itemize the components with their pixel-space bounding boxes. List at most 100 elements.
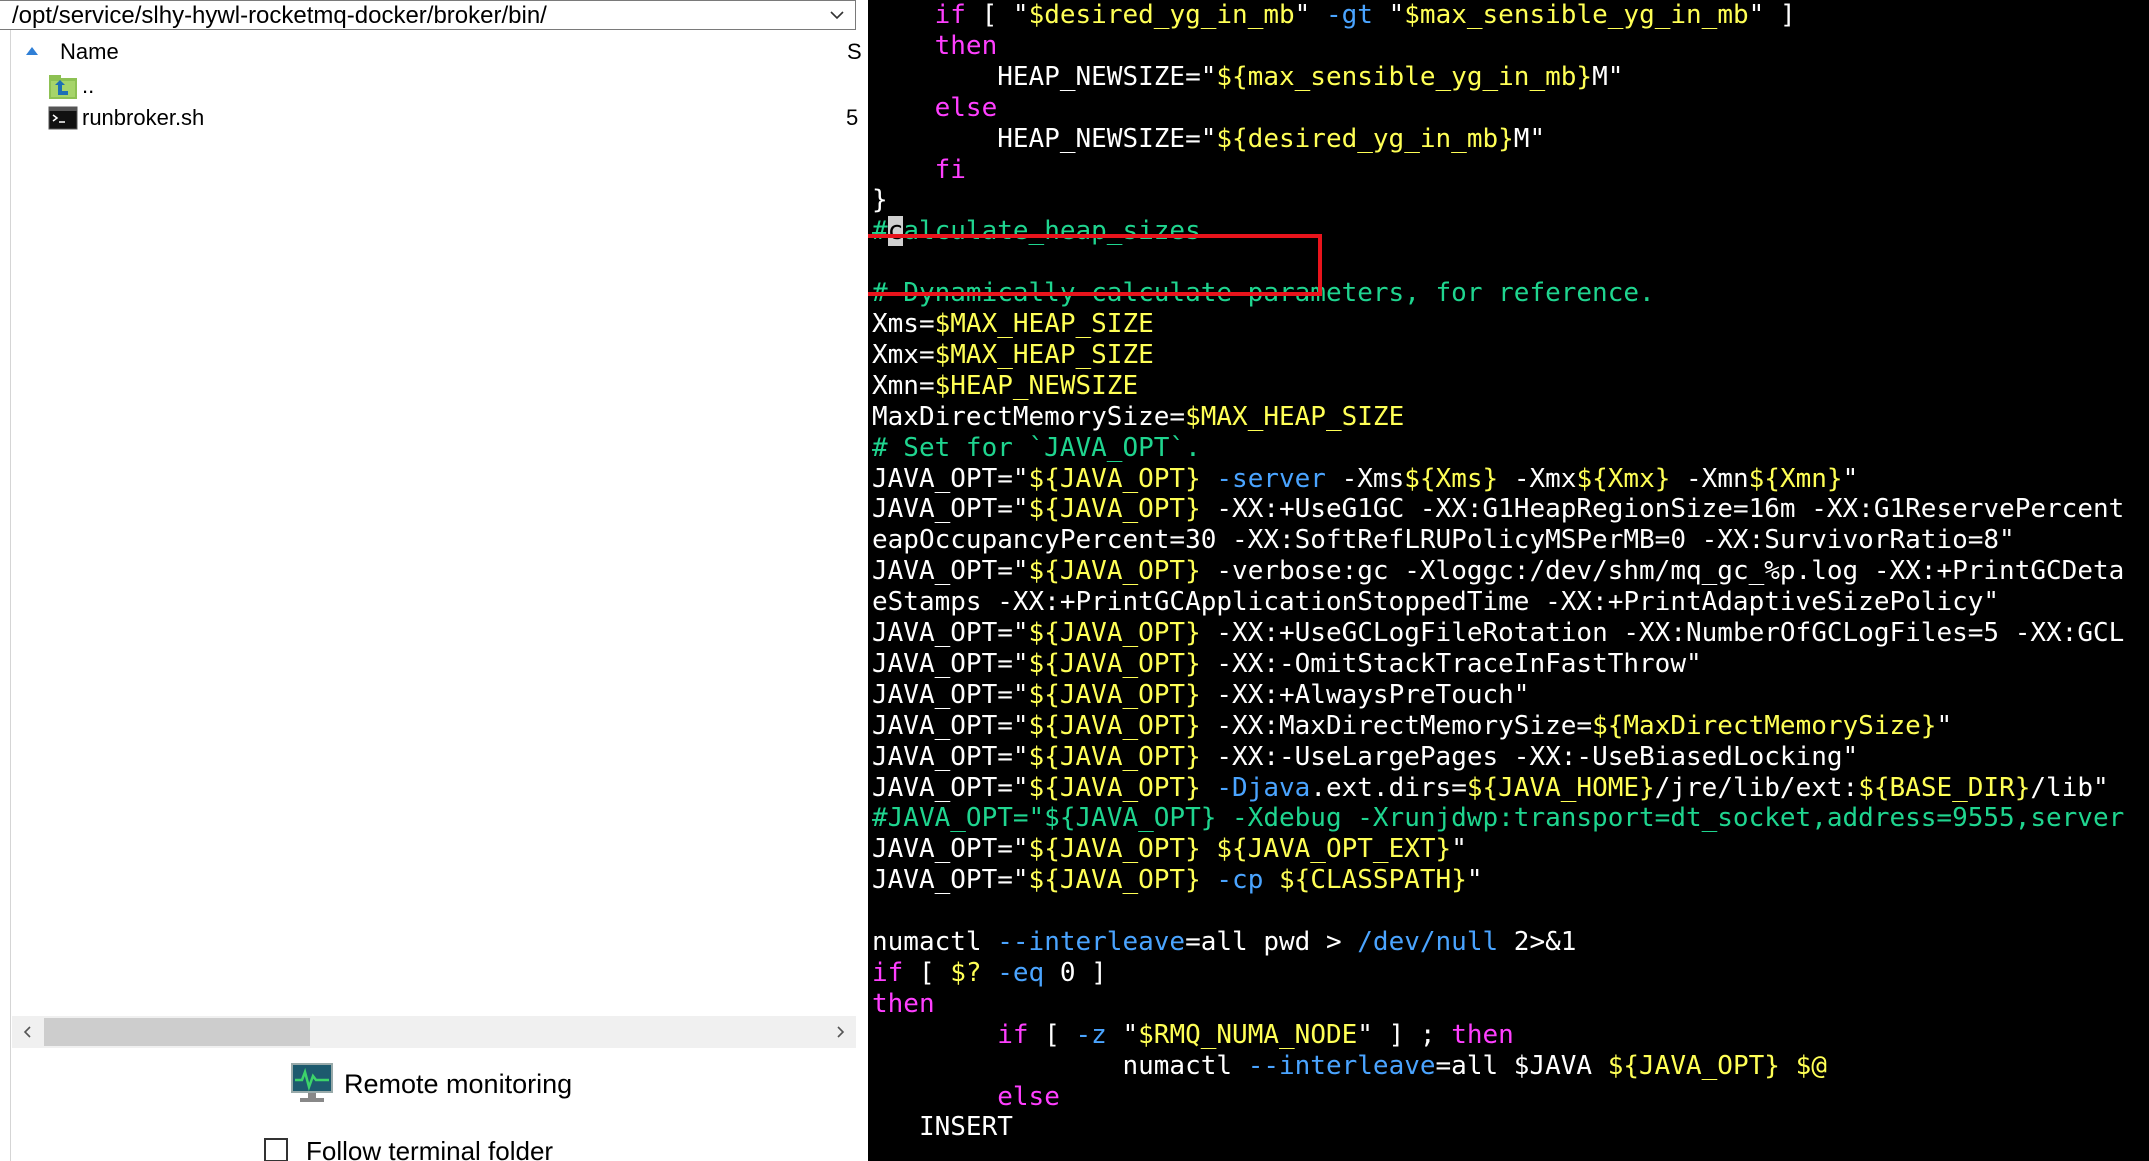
terminal-token: ${JAVA_OPT} [1028, 679, 1201, 710]
terminal-token: -Xms [1325, 463, 1405, 494]
terminal-token: fi [934, 154, 966, 185]
terminal-token: eStamps -XX:+PrintGCApplicationStoppedTi… [872, 587, 2000, 618]
terminal-line: else [872, 92, 998, 124]
terminal-token: M" [1513, 123, 1546, 154]
follow-terminal-folder-checkbox[interactable] [264, 1138, 288, 1161]
terminal-token: [ [903, 957, 951, 988]
terminal-token: " [1466, 865, 1483, 896]
terminal-line: JAVA_OPT="${JAVA_OPT} -server -Xms${Xms}… [872, 464, 1858, 495]
terminal-token: [ [1028, 1019, 1076, 1050]
terminal-line: else [872, 1082, 1060, 1113]
scroll-right-icon[interactable] [830, 1022, 850, 1042]
terminal-token: numactl [872, 927, 998, 957]
terminal-token: ${Xmn} [1748, 463, 1843, 494]
terminal-token: HEAP_NEWSIZE=" [872, 123, 1217, 154]
scroll-left-icon[interactable] [18, 1022, 38, 1042]
terminal-line: INSERT [872, 1112, 1013, 1143]
terminal-token: $? [950, 957, 982, 988]
terminal-token: ${JAVA_OPT} [1028, 556, 1201, 587]
terminal-token: ${Xms} [1404, 463, 1499, 494]
terminal-line: } [872, 185, 888, 216]
terminal-token: -Xmx [1498, 463, 1577, 494]
terminal-token: =all $JAVA [1435, 1050, 1608, 1081]
chevron-down-icon[interactable] [827, 5, 847, 25]
terminal-token: ${JAVA_OPT} [1028, 494, 1201, 525]
terminal-token: /lib" [2030, 772, 2109, 803]
terminal-token: JAVA_OPT=" [872, 463, 1029, 494]
terminal-token: if [997, 1019, 1029, 1050]
terminal-token: then [872, 988, 935, 1019]
terminal-token: $desired_yg_in_mb [1028, 0, 1295, 30]
terminal-token: else [997, 1081, 1060, 1112]
file-row-parent[interactable]: .. [12, 70, 860, 102]
highlight-annotation-box [868, 234, 1322, 296]
terminal-line: JAVA_OPT="${JAVA_OPT} -XX:+UseGCLogFileR… [872, 618, 2124, 649]
terminal-token: ${desired_yg_in_mb} [1216, 123, 1514, 154]
follow-terminal-folder-option[interactable]: Follow terminal folder [262, 1136, 622, 1161]
file-row-runbroker[interactable]: runbroker.sh 5 [12, 102, 860, 134]
terminal-token: ${JAVA_OPT} [1028, 648, 1201, 679]
terminal-token: ${JAVA_HOME} [1466, 772, 1655, 803]
terminal-line: JAVA_OPT="${JAVA_OPT} -XX:-OmitStackTrac… [872, 649, 1702, 680]
terminal-line: Xms=$MAX_HEAP_SIZE [872, 309, 1154, 340]
parent-folder-icon [49, 75, 77, 99]
terminal-token: JAVA_OPT=" [872, 556, 1029, 587]
terminal-line: JAVA_OPT="${JAVA_OPT} -Djava.ext.dirs=${… [872, 773, 2109, 804]
terminal-token: ${CLASSPATH} [1279, 865, 1467, 896]
terminal-token: 2>&1 [1498, 927, 1577, 957]
terminal-token: [ " [965, 0, 1029, 30]
terminal-token: $MAX_HEAP_SIZE [934, 339, 1154, 370]
terminal-line: JAVA_OPT="${JAVA_OPT} -XX:MaxDirectMemor… [872, 711, 1952, 742]
terminal-token: JAVA_OPT=" [872, 618, 1029, 648]
terminal-token: JAVA_OPT=" [872, 710, 1029, 741]
terminal-line: eStamps -XX:+PrintGCApplicationStoppedTi… [872, 587, 1999, 618]
terminal-token: M" [1592, 61, 1624, 92]
terminal-token: ${JAVA_OPT} [1028, 834, 1201, 865]
terminal-token: JAVA_OPT=" [872, 494, 1029, 525]
terminal-token: JAVA_OPT=" [872, 741, 1029, 772]
column-header: Name S [12, 36, 862, 68]
sort-ascending-icon[interactable] [26, 47, 38, 55]
column-name-header[interactable]: Name [60, 39, 119, 65]
path-dropdown[interactable]: /opt/service/slhy-hywl-rocketmq-docker/b… [0, 0, 856, 30]
scrollbar-thumb[interactable] [44, 1018, 310, 1046]
terminal-token: -gt [1325, 0, 1373, 30]
terminal-token: $@ [1795, 1050, 1827, 1081]
terminal-token: " [1936, 710, 1953, 741]
terminal-token: -XX:+UseG1GC -XX:G1HeapRegionSize=16m -X… [1200, 494, 2125, 525]
terminal-line: eapOccupancyPercent=30 -XX:SoftRefLRUPol… [872, 525, 2015, 556]
column-size-header[interactable]: S [847, 39, 862, 65]
horizontal-scrollbar[interactable] [12, 1016, 856, 1048]
terminal-token: ${MaxDirectMemorySize} [1592, 710, 1937, 741]
terminal-token: } [872, 185, 888, 216]
terminal-token: HEAP_NEWSIZE=" [872, 61, 1217, 92]
terminal-token: " [1372, 0, 1405, 30]
terminal-panel[interactable]: if [ "$desired_yg_in_mb" -gt "$max_sensi… [868, 0, 2149, 1161]
terminal-token: ${JAVA_OPT} [1028, 865, 1201, 896]
terminal-token: ${JAVA_OPT_EXT} [1216, 834, 1452, 865]
terminal-script-icon [48, 106, 78, 130]
terminal-token: eapOccupancyPercent=30 -XX:SoftRefLRUPol… [872, 525, 2015, 556]
terminal-token: INSERT [872, 1112, 1013, 1143]
terminal-token: else [934, 92, 998, 123]
terminal-token: JAVA_OPT=" [872, 679, 1029, 710]
panel-border [0, 160, 11, 1161]
terminal-token: " [1294, 0, 1326, 30]
terminal-token: $RMQ_NUMA_NODE [1138, 1019, 1358, 1050]
terminal-token: --interleave [997, 927, 1186, 957]
terminal-line: numactl --interleave=all pwd > /dev/null… [872, 927, 1576, 958]
terminal-line: if [ "$desired_yg_in_mb" -gt "$max_sensi… [872, 0, 1796, 31]
file-name: runbroker.sh [82, 105, 205, 130]
remote-monitoring-button[interactable]: Remote monitoring [290, 1062, 610, 1106]
terminal-line: # Set for `JAVA_OPT`. [872, 433, 1201, 464]
file-browser-panel: /opt/service/slhy-hywl-rocketmq-docker/b… [0, 0, 868, 1161]
terminal-line: JAVA_OPT="${JAVA_OPT} -XX:+AlwaysPreTouc… [872, 680, 1529, 711]
